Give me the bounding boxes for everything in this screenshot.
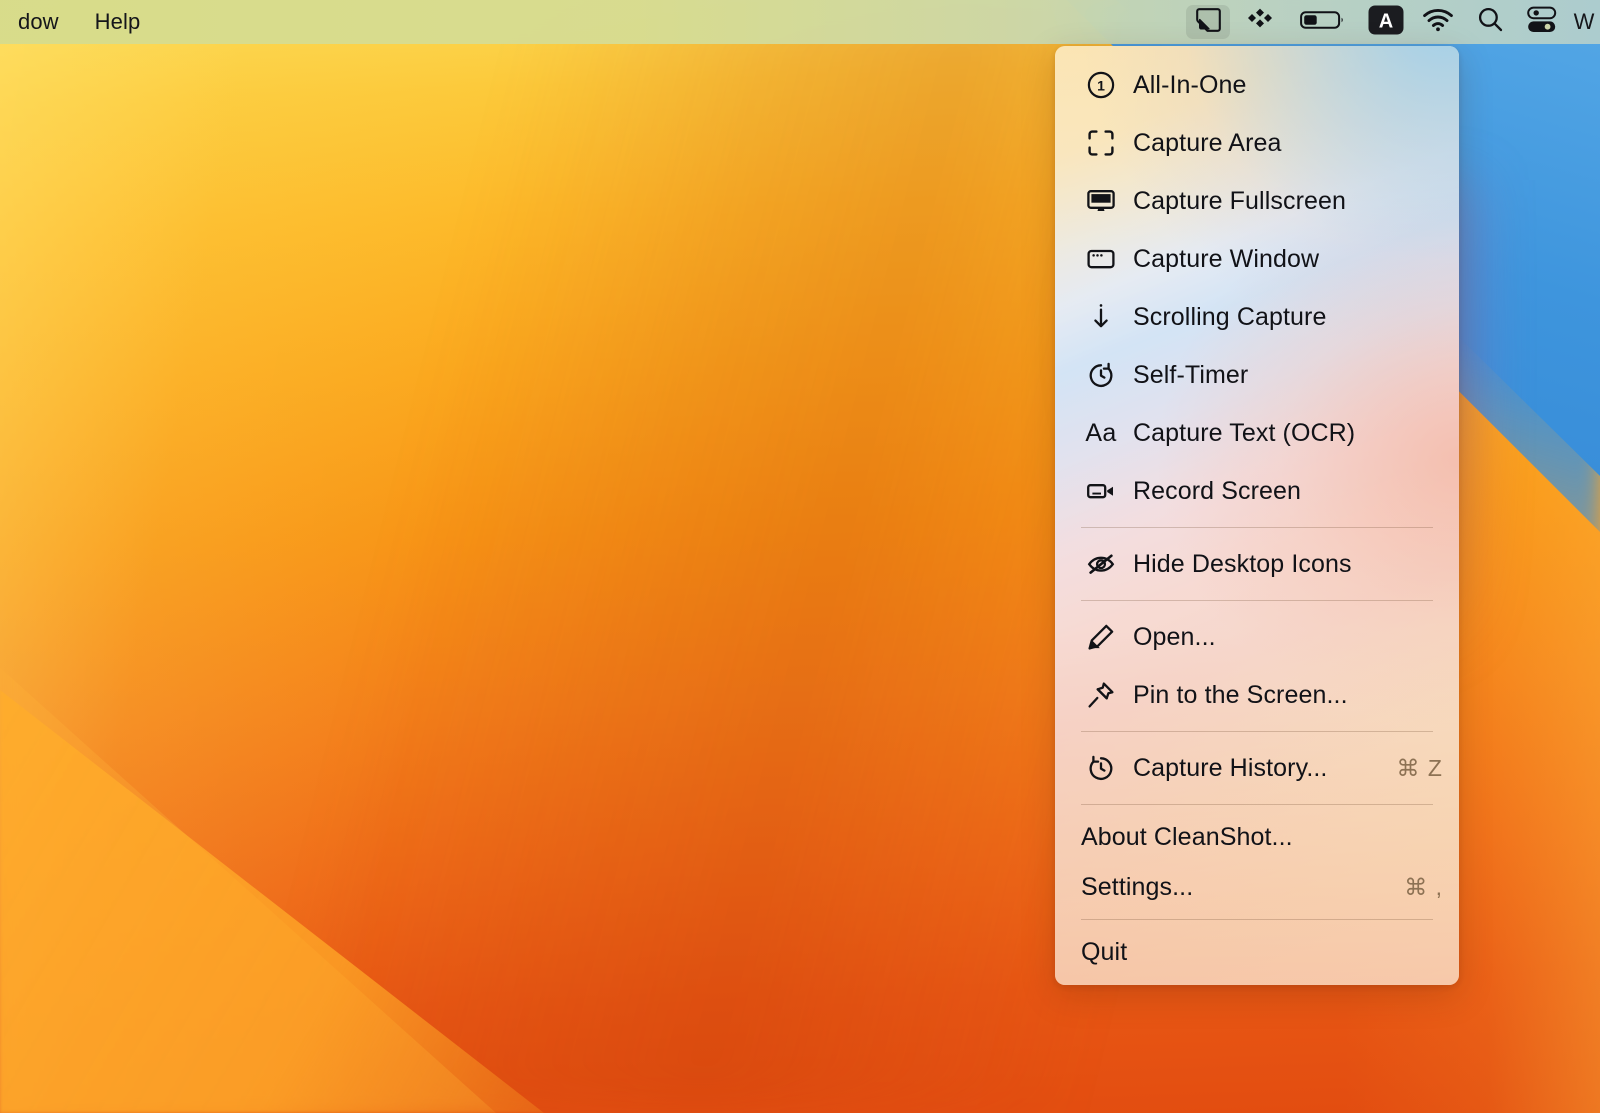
menu-item-self-timer[interactable]: Self-Timer [1055, 346, 1459, 404]
menu-window-truncated[interactable]: dow [0, 0, 77, 44]
menu-item-label: Capture Window [1133, 245, 1319, 274]
dropbox-menubar-icon[interactable] [1238, 5, 1282, 39]
cleanshot-dropdown-menu: 1 All-In-One Capture Area Capture Fullsc… [1055, 46, 1459, 985]
menu-item-capture-window[interactable]: Capture Window [1055, 230, 1459, 288]
menu-item-pin-to-screen[interactable]: Pin to the Screen... [1055, 666, 1459, 724]
svg-text:1: 1 [1097, 77, 1105, 93]
menu-item-label: Capture Fullscreen [1133, 187, 1346, 216]
menu-separator [1081, 527, 1433, 528]
menu-item-capture-fullscreen[interactable]: Capture Fullscreen [1055, 172, 1459, 230]
menu-item-label: All-In-One [1133, 71, 1247, 100]
menu-item-quit[interactable]: Quit [1055, 927, 1459, 977]
menu-item-capture-text-ocr[interactable]: Aa Capture Text (OCR) [1055, 404, 1459, 462]
menu-item-label: Settings... [1081, 873, 1193, 902]
menu-item-hide-desktop-icons[interactable]: Hide Desktop Icons [1055, 535, 1459, 593]
menu-item-shortcut: ⌘ Z [1379, 755, 1443, 782]
menu-separator [1081, 804, 1433, 805]
pin-icon [1081, 680, 1121, 710]
menu-item-label: Record Screen [1133, 477, 1301, 506]
wifi-menubar-icon[interactable] [1416, 5, 1460, 39]
menu-item-all-in-one[interactable]: 1 All-In-One [1055, 56, 1459, 114]
menu-item-about-cleanshot[interactable]: About CleanShot... [1055, 812, 1459, 862]
control-center-menubar-icon[interactable] [1520, 5, 1564, 39]
cleanshot-icon [1195, 7, 1222, 38]
cleanshot-menubar-icon[interactable] [1186, 5, 1230, 39]
menu-bar-status-items: A [1182, 0, 1600, 44]
menu-item-label: Quit [1081, 938, 1127, 967]
window-icon [1081, 244, 1121, 274]
menu-item-record-screen[interactable]: Record Screen [1055, 462, 1459, 520]
menu-separator [1081, 731, 1433, 732]
input-source-menubar-icon[interactable]: A [1364, 5, 1408, 39]
menu-item-scrolling-capture[interactable]: Scrolling Capture [1055, 288, 1459, 346]
history-clock-icon [1081, 753, 1121, 783]
crop-brackets-icon [1081, 128, 1121, 158]
battery-icon [1300, 8, 1346, 37]
keyboard-input-a-icon: A [1368, 5, 1404, 40]
menu-help[interactable]: Help [77, 0, 159, 44]
menu-help-label: Help [95, 9, 141, 35]
control-center-icon [1527, 6, 1557, 39]
menu-item-label: Pin to the Screen... [1133, 681, 1348, 710]
menu-bar-left-menus: dow Help [0, 0, 158, 44]
menu-separator [1081, 919, 1433, 920]
display-icon [1081, 186, 1121, 216]
menu-separator [1081, 600, 1433, 601]
battery-menubar-icon[interactable] [1290, 5, 1356, 39]
clock-text-icon: W [1574, 9, 1595, 35]
menu-item-label: Capture Text (OCR) [1133, 419, 1355, 448]
menu-item-label: Capture Area [1133, 129, 1282, 158]
video-camera-icon [1081, 476, 1121, 506]
menu-item-label: Hide Desktop Icons [1133, 550, 1352, 579]
menu-item-shortcut: ⌘ , [1386, 874, 1443, 901]
wifi-icon [1422, 8, 1454, 37]
menu-window-label: dow [18, 9, 59, 35]
eye-slash-icon [1081, 549, 1121, 579]
dropbox-icon [1247, 7, 1273, 38]
menu-item-open[interactable]: Open... [1055, 608, 1459, 666]
text-aa-icon: Aa [1081, 419, 1121, 448]
menu-item-capture-area[interactable]: Capture Area [1055, 114, 1459, 172]
menu-item-settings[interactable]: Settings... ⌘ , [1055, 862, 1459, 912]
menu-item-label: Open... [1133, 623, 1216, 652]
menu-bar: dow Help [0, 0, 1600, 44]
clock-menubar-item[interactable]: W [1572, 5, 1596, 39]
svg-text:A: A [1379, 10, 1393, 32]
menu-item-capture-history[interactable]: Capture History... ⌘ Z [1055, 739, 1459, 797]
pencil-icon [1081, 622, 1121, 652]
menu-item-label: Scrolling Capture [1133, 303, 1326, 332]
arrow-down-icon [1081, 302, 1121, 332]
circle-one-icon: 1 [1081, 70, 1121, 100]
menu-item-label: About CleanShot... [1081, 823, 1293, 852]
spotlight-menubar-icon[interactable] [1468, 5, 1512, 39]
search-icon [1477, 6, 1504, 38]
timer-icon [1081, 360, 1121, 390]
menu-item-label: Self-Timer [1133, 361, 1248, 390]
menu-item-label: Capture History... [1133, 754, 1327, 783]
